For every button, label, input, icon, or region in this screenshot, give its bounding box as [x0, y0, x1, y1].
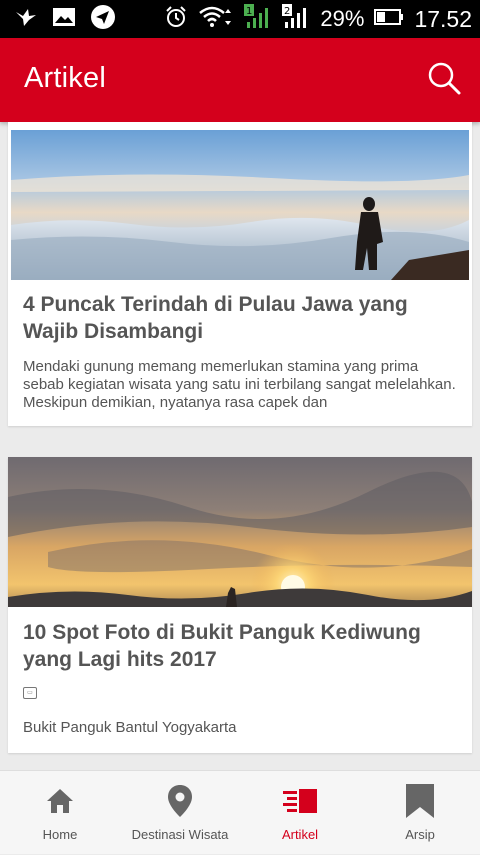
clock: 17.52	[414, 5, 472, 32]
battery-icon	[374, 7, 404, 32]
signal-sim2-icon: 2	[282, 3, 310, 35]
nav-label: Arsip	[405, 827, 435, 842]
bottom-navigation: Home Destinasi Wisata Artikel Arsip	[0, 770, 480, 854]
article-title[interactable]: 4 Puncak Terindah di Pulau Jawa yang Waj…	[23, 291, 453, 345]
nav-label: Home	[42, 827, 78, 842]
article-title[interactable]: 10 Spot Foto di Bukit Panguk Kediwung ya…	[23, 619, 453, 673]
bird-icon	[14, 6, 38, 33]
nav-home[interactable]: Home	[0, 771, 120, 855]
battery-percent: 29%	[320, 6, 365, 31]
nav-label: Artikel	[281, 827, 319, 842]
article-image[interactable]	[11, 130, 469, 280]
article-card[interactable]: 4 Puncak Terindah di Pulau Jawa yang Waj…	[8, 122, 472, 426]
broken-image-icon: ▭	[23, 687, 37, 699]
status-bar: 1 2 29% 17.52	[0, 0, 480, 38]
nav-artikel[interactable]: Artikel	[240, 771, 360, 855]
signal-sim1-icon: 1	[244, 3, 272, 35]
nav-label: Destinasi Wisata	[131, 827, 229, 842]
article-image[interactable]	[8, 457, 472, 607]
search-button[interactable]	[422, 58, 466, 102]
map-pin-icon	[167, 783, 193, 819]
svg-text:2: 2	[284, 6, 290, 17]
wifi-icon	[198, 5, 234, 34]
image-icon	[52, 6, 76, 33]
app-bar: Artikel	[0, 38, 480, 122]
bookmark-icon	[403, 783, 437, 819]
article-list[interactable]: 4 Puncak Terindah di Pulau Jawa yang Waj…	[0, 122, 480, 770]
page-title: Artikel	[24, 62, 106, 94]
system-icons: 1 2 29% 17.52	[164, 3, 472, 35]
article-icon	[281, 783, 319, 819]
alarm-icon	[164, 5, 188, 34]
image-caption: Bukit Panguk Bantul Yogyakarta	[23, 719, 237, 736]
search-icon	[426, 60, 462, 101]
home-icon	[45, 783, 75, 819]
navigation-icon	[90, 4, 116, 35]
article-card[interactable]: 10 Spot Foto di Bukit Panguk Kediwung ya…	[8, 457, 472, 753]
nav-destinasi-wisata[interactable]: Destinasi Wisata	[120, 771, 240, 855]
article-excerpt: Mendaki gunung memang memerlukan stamina…	[23, 358, 456, 411]
nav-arsip[interactable]: Arsip	[360, 771, 480, 855]
notification-icons	[14, 4, 116, 35]
svg-text:1: 1	[246, 6, 252, 17]
